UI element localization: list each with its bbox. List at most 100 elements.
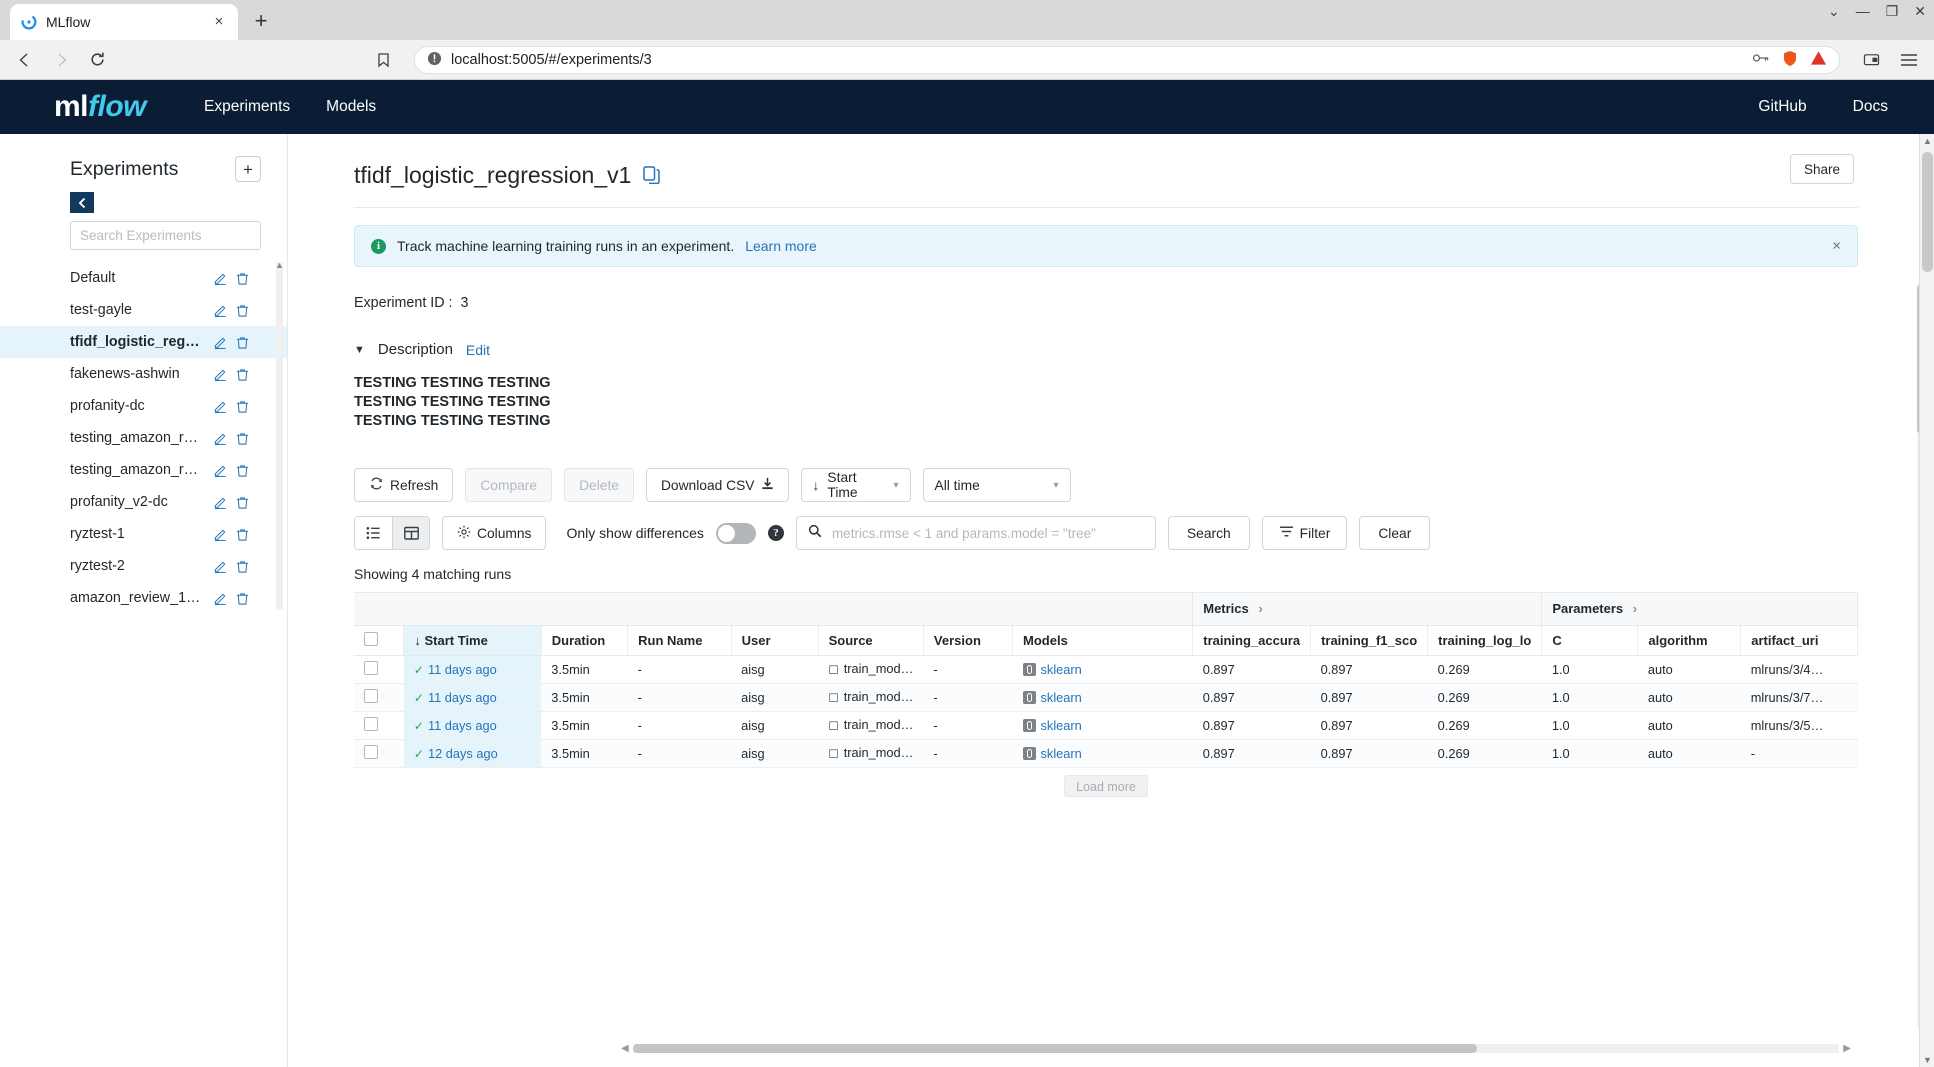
time-filter-select[interactable]: All time ▾: [922, 468, 1071, 502]
close-window-button[interactable]: ✕: [1914, 4, 1926, 18]
sidebar-item-tfidf-logistic-regression[interactable]: tfidf_logistic_regres…: [0, 326, 287, 358]
row-checkbox[interactable]: [364, 716, 378, 731]
sidebar-item-ryztest-1[interactable]: ryztest-1: [0, 518, 287, 550]
row-checkbox[interactable]: [364, 688, 378, 703]
filter-button[interactable]: Filter: [1261, 516, 1348, 550]
nav-link-experiments[interactable]: Experiments: [186, 98, 308, 116]
sort-by-select[interactable]: ↓ Start Time ▾: [800, 468, 911, 502]
load-more-button[interactable]: Load more: [1064, 774, 1148, 797]
download-csv-button[interactable]: Download CSV: [645, 468, 789, 502]
table-row[interactable]: ✓ 11 days ago 3.5min - aisg ◻ train_mod… -…: [354, 655, 1858, 683]
column-header-duration[interactable]: Duration: [541, 625, 629, 656]
edit-pencil-icon[interactable]: [209, 528, 231, 541]
share-button[interactable]: Share: [1789, 154, 1854, 184]
edit-description-link[interactable]: Edit: [466, 342, 490, 358]
cell-start-time[interactable]: ✓ 11 days ago: [403, 711, 542, 739]
columns-button[interactable]: Columns: [442, 516, 547, 550]
sidebar-item-testing-amazon-review[interactable]: testing_amazon_review: [0, 422, 287, 454]
edit-pencil-icon[interactable]: [209, 464, 231, 477]
collapse-sidebar-button[interactable]: [70, 192, 94, 213]
column-header-training-accuracy[interactable]: training_accura: [1192, 625, 1312, 656]
model-link[interactable]: sklearn: [1041, 662, 1082, 677]
delete-trash-icon[interactable]: [231, 336, 253, 349]
edit-pencil-icon[interactable]: [209, 592, 231, 605]
run-link[interactable]: 11 days ago: [428, 690, 497, 705]
column-header-source[interactable]: Source: [818, 625, 924, 656]
tab-list-chevron-icon[interactable]: ⌄: [1828, 4, 1840, 18]
model-link[interactable]: sklearn: [1041, 690, 1082, 705]
scroll-thumb-horizontal[interactable]: [633, 1044, 1478, 1053]
edit-pencil-icon[interactable]: [209, 272, 231, 285]
sidebar-item-profanity-v2-dc[interactable]: profanity_v2-dc: [0, 486, 287, 518]
column-header-models[interactable]: Models: [1012, 625, 1194, 656]
run-link[interactable]: 11 days ago: [428, 718, 497, 733]
row-checkbox[interactable]: [364, 744, 378, 759]
delete-trash-icon[interactable]: [231, 592, 253, 605]
edit-pencil-icon[interactable]: [209, 496, 231, 509]
learn-more-link[interactable]: Learn more: [745, 238, 817, 254]
delete-trash-icon[interactable]: [231, 464, 253, 477]
edit-pencil-icon[interactable]: [209, 400, 231, 413]
sidebar-item-default[interactable]: Default: [0, 262, 287, 294]
table-row[interactable]: ✓ 11 days ago 3.5min - aisg ◻ train_mod… -…: [354, 683, 1858, 711]
runs-search-box[interactable]: [795, 516, 1156, 550]
group-header-metrics[interactable]: Metrics ›: [1192, 593, 1543, 626]
warning-triangle-icon[interactable]: [1810, 50, 1827, 69]
url-input[interactable]: localhost:5005/#/experiments/3: [414, 45, 1840, 74]
clear-button[interactable]: Clear: [1359, 516, 1431, 550]
maximize-button[interactable]: ❐: [1886, 4, 1899, 18]
cell-start-time[interactable]: ✓ 11 days ago: [403, 655, 542, 683]
extensions-icon[interactable]: [1860, 49, 1882, 71]
column-header-algorithm[interactable]: algorithm: [1637, 625, 1742, 656]
back-icon[interactable]: [14, 49, 36, 71]
edit-pencil-icon[interactable]: [209, 336, 231, 349]
edit-pencil-icon[interactable]: [209, 304, 231, 317]
run-link[interactable]: 12 days ago: [428, 746, 498, 761]
scroll-up-arrow-icon[interactable]: ▲: [275, 262, 284, 270]
column-header-run-name[interactable]: Run Name: [627, 625, 732, 656]
create-experiment-button[interactable]: +: [235, 156, 261, 182]
model-link[interactable]: sklearn: [1041, 718, 1082, 733]
column-header-training-f1[interactable]: training_f1_sco: [1310, 625, 1429, 656]
delete-button[interactable]: Delete: [564, 468, 634, 502]
scroll-right-arrow-icon[interactable]: ▶: [1843, 1043, 1851, 1054]
password-key-icon[interactable]: [1752, 51, 1770, 68]
delete-trash-icon[interactable]: [231, 304, 253, 317]
cell-start-time[interactable]: ✓ 11 days ago: [403, 683, 542, 711]
table-horizontal-scrollbar[interactable]: ◀ ▶: [621, 1043, 1851, 1054]
delete-trash-icon[interactable]: [231, 432, 253, 445]
edit-pencil-icon[interactable]: [209, 432, 231, 445]
sidebar-item-ryztest-2[interactable]: ryztest-2: [0, 550, 287, 582]
chevron-down-icon[interactable]: ▼: [354, 344, 365, 356]
row-checkbox[interactable]: [364, 660, 378, 675]
grid-view-button[interactable]: [392, 517, 429, 549]
nav-link-models[interactable]: Models: [308, 98, 394, 116]
edit-pencil-icon[interactable]: [209, 560, 231, 573]
column-header-artifact-uri[interactable]: artifact_uri: [1740, 625, 1858, 656]
delete-trash-icon[interactable]: [231, 272, 253, 285]
only-show-differences-toggle[interactable]: [715, 522, 756, 544]
page-scroll-down-arrow-icon[interactable]: ▼: [1920, 1055, 1934, 1065]
delete-trash-icon[interactable]: [231, 528, 253, 541]
reload-icon[interactable]: [86, 49, 108, 71]
delete-trash-icon[interactable]: [231, 400, 253, 413]
search-input[interactable]: [829, 524, 1144, 542]
table-row[interactable]: ✓ 12 days ago 3.5min - aisg ◻ train_mod… -…: [354, 739, 1858, 767]
forward-icon[interactable]: [50, 49, 72, 71]
column-header-training-log-loss[interactable]: training_log_lo: [1427, 625, 1543, 656]
group-header-parameters[interactable]: Parameters ›: [1541, 593, 1858, 626]
help-icon[interactable]: ?: [767, 525, 784, 541]
sidebar-item-test-gayle[interactable]: test-gayle: [0, 294, 287, 326]
mlflow-logo[interactable]: ml flow: [54, 90, 147, 124]
delete-trash-icon[interactable]: [231, 368, 253, 381]
copy-icon[interactable]: [643, 166, 661, 184]
search-experiments-input[interactable]: [70, 221, 261, 250]
page-scrollbar[interactable]: ▲ ▼: [1919, 134, 1934, 1067]
search-button[interactable]: Search: [1167, 516, 1250, 550]
delete-trash-icon[interactable]: [231, 560, 253, 573]
edit-pencil-icon[interactable]: [209, 368, 231, 381]
page-scroll-thumb[interactable]: [1922, 152, 1933, 272]
scroll-left-arrow-icon[interactable]: ◀: [621, 1043, 629, 1054]
refresh-button[interactable]: Refresh: [354, 468, 454, 502]
list-view-button[interactable]: [355, 517, 392, 549]
